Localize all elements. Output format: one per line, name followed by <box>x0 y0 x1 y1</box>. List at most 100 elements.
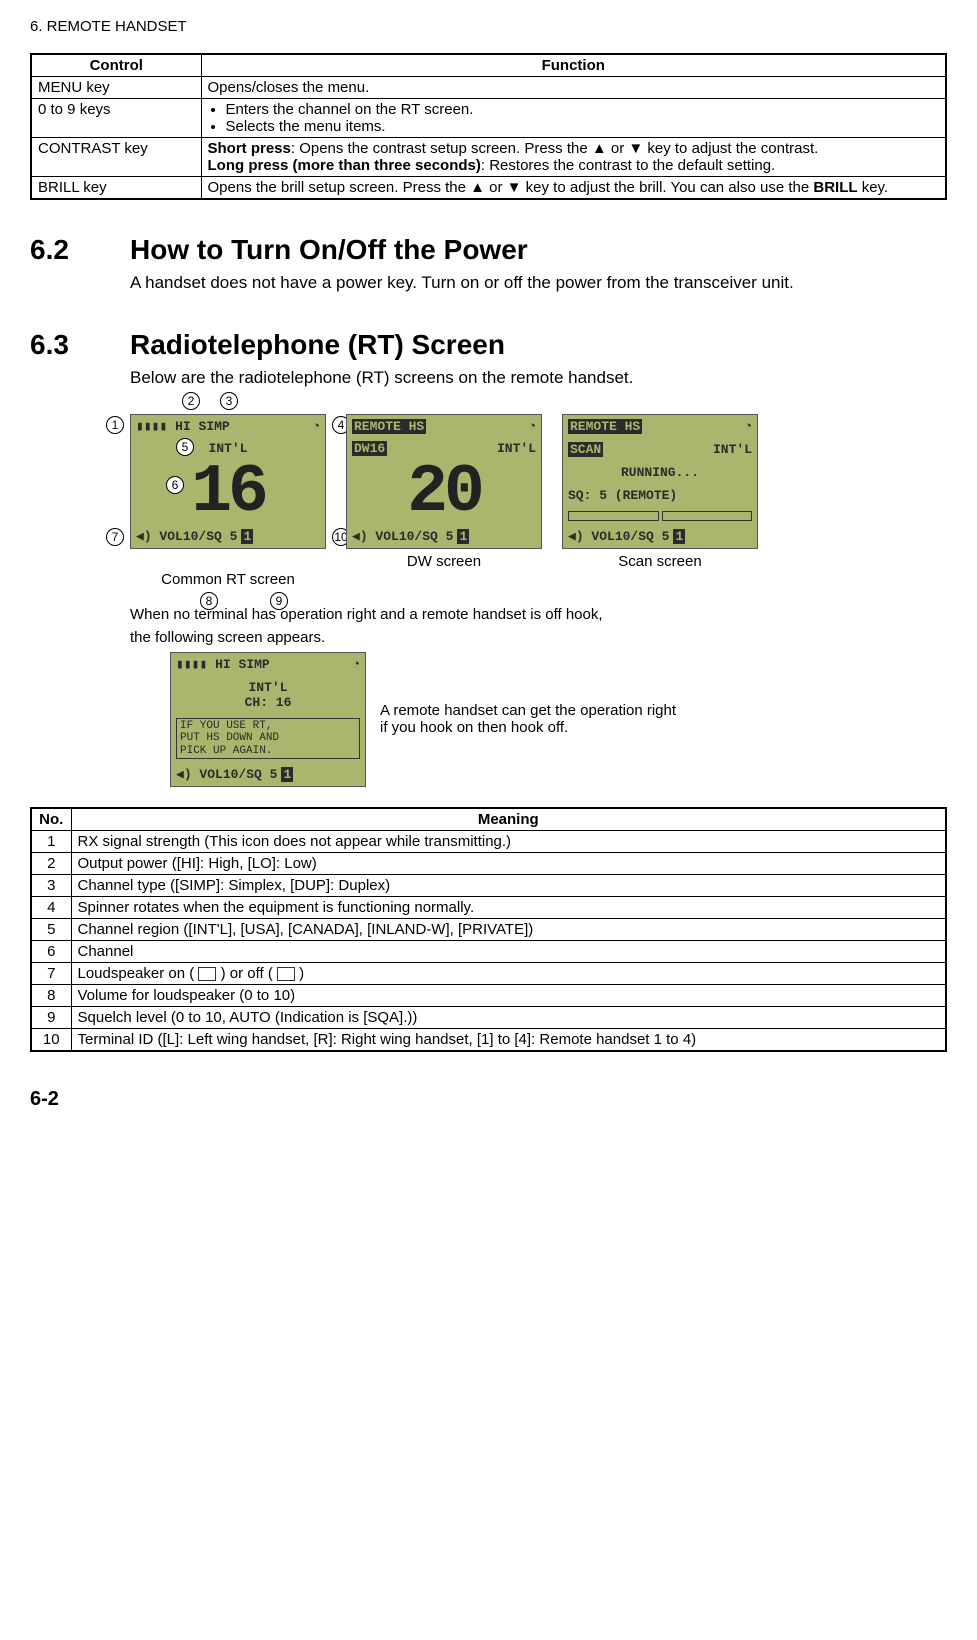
callout-2: 2 <box>182 392 200 410</box>
section-6-2-head: 6.2How to Turn On/Off the Power <box>30 234 947 266</box>
offhook-intro-1: When no terminal has operation right and… <box>130 606 947 623</box>
callout-9: 9 <box>270 592 288 610</box>
offhook-desc: A remote handset can get the operation r… <box>380 702 680 736</box>
lcd-top-left: REMOTE HS <box>352 419 426 434</box>
lcd-common-wrap: 1 2 3 4 5 6 7 8 9 10 ▮▮▮▮ HI SIMP ◔ INT'… <box>130 414 326 588</box>
th-meaning: Meaning <box>71 808 946 831</box>
long-press-label: Long press (more than three seconds) <box>208 157 481 174</box>
brill-post: key. <box>858 179 889 196</box>
section-title: Radiotelephone (RT) Screen <box>130 329 505 360</box>
callout-8: 8 <box>200 592 218 610</box>
section-6-3-intro: Below are the radiotelephone (RT) screen… <box>130 367 947 390</box>
control-function: Enters the channel on the RT screen. Sel… <box>201 99 946 138</box>
meaning-no: 6 <box>31 940 71 962</box>
table-row: 7Loudspeaker on ( ) or off ( ) <box>31 962 946 984</box>
section-title: How to Turn On/Off the Power <box>130 234 528 265</box>
spinner-icon: ◔ <box>528 419 536 434</box>
lcd-scan-wrap: REMOTE HS ◔ SCAN INT'L RUNNING... SQ: 5 … <box>562 414 758 570</box>
callout-5: 5 <box>176 438 194 456</box>
table-row: 2Output power ([HI]: High, [LO]: Low) <box>31 852 946 874</box>
table-row: 5Channel region ([INT'L], [USA], [CANADA… <box>31 918 946 940</box>
meaning-no: 4 <box>31 896 71 918</box>
table-row: 9Squelch level (0 to 10, AUTO (Indicatio… <box>31 1006 946 1028</box>
meaning-text: Spinner rotates when the equipment is fu… <box>71 896 946 918</box>
short-press-text: : Opens the contrast setup screen. Press… <box>291 140 818 157</box>
lcd-channel: 20 <box>352 464 536 522</box>
controls-table: Control Function MENU key Opens/closes t… <box>30 53 947 200</box>
meaning-text: Squelch level (0 to 10, AUTO (Indication… <box>71 1006 946 1028</box>
spinner-icon: ◔ <box>352 657 360 672</box>
spinner-icon: ◔ <box>744 419 752 434</box>
meaning-text: RX signal strength (This icon does not a… <box>71 830 946 852</box>
chapter-header: 6. REMOTE HANDSET <box>30 18 947 35</box>
speaker-off-icon <box>277 967 295 981</box>
th-function: Function <box>201 54 946 77</box>
meaning-no: 9 <box>31 1006 71 1028</box>
lcd-running: RUNNING... <box>568 465 752 480</box>
lcd-channel: 16 <box>136 464 320 522</box>
lcd-msg-l3: PICK UP AGAIN. <box>180 745 356 757</box>
meaning-no: 5 <box>31 918 71 940</box>
meaning-text: Volume for loudspeaker (0 to 10) <box>71 984 946 1006</box>
lcd-dw-wrap: REMOTE HS ◔ DW16 INT'L 20 ◀) VOL10/SQ 5 … <box>346 414 542 570</box>
meaning-text: Channel type ([SIMP]: Simplex, [DUP]: Du… <box>71 874 946 896</box>
brill-pre: Opens the brill setup screen. Press the … <box>208 179 814 196</box>
lcd-caption: DW screen <box>346 553 542 570</box>
terminal-id: 1 <box>673 529 685 544</box>
table-row: 10Terminal ID ([L]: Left wing handset, [… <box>31 1028 946 1051</box>
lcd-sq: SQ: 5 (REMOTE) <box>568 488 752 503</box>
callout-6: 6 <box>166 476 184 494</box>
speaker-on-icon <box>198 967 216 981</box>
callout-1: 1 <box>106 416 124 434</box>
bullet-item: Selects the menu items. <box>226 118 940 135</box>
meaning-table: No. Meaning 1RX signal strength (This ic… <box>30 807 947 1052</box>
control-name: BRILL key <box>31 177 201 200</box>
meaning-text: Loudspeaker on ( ) or off ( ) <box>71 962 946 984</box>
control-name: CONTRAST key <box>31 138 201 177</box>
control-function: Opens/closes the menu. <box>201 77 946 99</box>
bullet-item: Enters the channel on the RT screen. <box>226 101 940 118</box>
lcd-msg-l1: IF YOU USE RT, <box>180 720 356 732</box>
speaker-icon: ◀) VOL10/SQ 5 <box>176 767 277 782</box>
callout-7: 7 <box>106 528 124 546</box>
lcd-scan: REMOTE HS ◔ SCAN INT'L RUNNING... SQ: 5 … <box>562 414 758 549</box>
meaning-no: 10 <box>31 1028 71 1051</box>
table-row: 1RX signal strength (This icon does not … <box>31 830 946 852</box>
offhook-intro-2: the following screen appears. <box>130 629 947 646</box>
meaning-no: 8 <box>31 984 71 1006</box>
th-control: Control <box>31 54 201 77</box>
control-function: Opens the brill setup screen. Press the … <box>201 177 946 200</box>
meaning-text: Channel <box>71 940 946 962</box>
lcd-top-left: ▮▮▮▮ HI SIMP <box>176 657 270 672</box>
terminal-id: 1 <box>281 767 293 782</box>
control-name: 0 to 9 keys <box>31 99 201 138</box>
meaning-text: Output power ([HI]: High, [LO]: Low) <box>71 852 946 874</box>
lcd-top-left: REMOTE HS <box>568 419 642 434</box>
lcd-offhook: ▮▮▮▮ HI SIMP ◔ INT'L CH: 16 IF YOU USE R… <box>170 652 366 787</box>
long-press-text: : Restores the contrast to the default s… <box>481 157 775 174</box>
lcd-region: INT'L <box>497 441 536 456</box>
table-row: 3Channel type ([SIMP]: Simplex, [DUP]: D… <box>31 874 946 896</box>
section-num: 6.2 <box>30 234 130 266</box>
table-row: CONTRAST key Short press: Opens the cont… <box>31 138 946 177</box>
section-num: 6.3 <box>30 329 130 361</box>
table-row: 6Channel <box>31 940 946 962</box>
table-row: 0 to 9 keys Enters the channel on the RT… <box>31 99 946 138</box>
lcd-msg-l2: PUT HS DOWN AND <box>180 732 356 744</box>
lcd-dw-ch: DW16 <box>352 441 387 456</box>
lcd-top-left: ▮▮▮▮ HI SIMP <box>136 419 230 434</box>
table-row: BRILL key Opens the brill setup screen. … <box>31 177 946 200</box>
terminal-id: 1 <box>241 529 253 544</box>
control-function: Short press: Opens the contrast setup sc… <box>201 138 946 177</box>
lcd-region: INT'L <box>713 442 752 457</box>
meaning-text: Terminal ID ([L]: Left wing handset, [R]… <box>71 1028 946 1051</box>
figure-area: 1 2 3 4 5 6 7 8 9 10 ▮▮▮▮ HI SIMP ◔ INT'… <box>130 414 947 588</box>
short-press-label: Short press <box>208 140 291 157</box>
lcd-caption: Scan screen <box>562 553 758 570</box>
lcd-ch: CH: 16 <box>245 695 292 710</box>
offhook-area: When no terminal has operation right and… <box>130 606 947 787</box>
th-no: No. <box>31 808 71 831</box>
table-row: 4Spinner rotates when the equipment is f… <box>31 896 946 918</box>
lcd-scan-label: SCAN <box>568 442 603 457</box>
lcd-caption: Common RT screen <box>130 571 326 588</box>
